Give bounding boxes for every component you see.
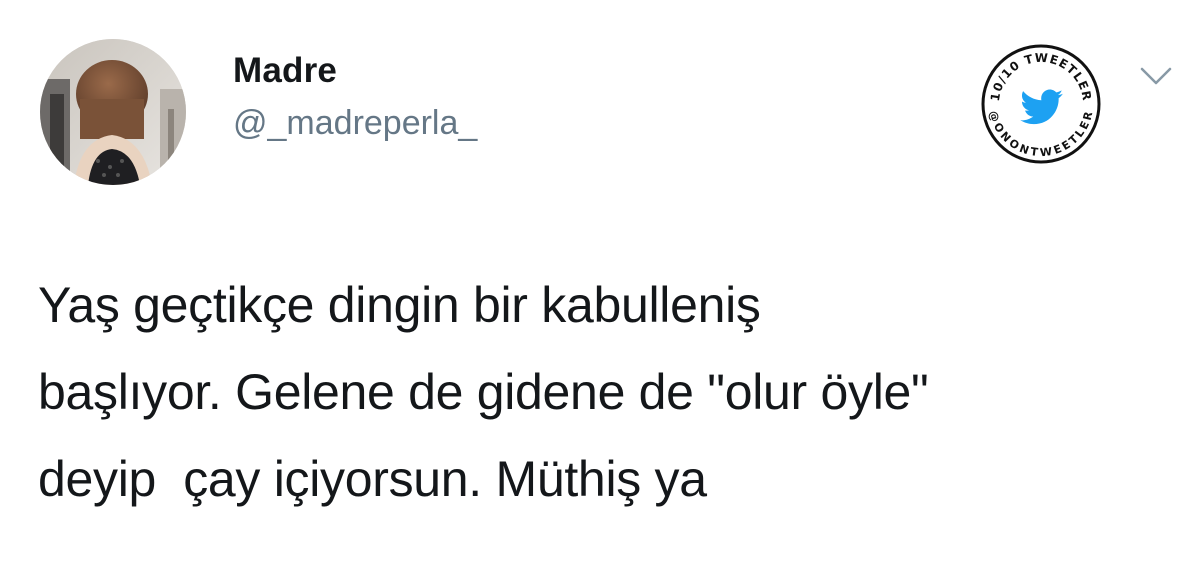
watermark-badge-graphic: 10/10 TWEETLER @ONONTWEETLER: [981, 44, 1101, 164]
tweet-menu-button[interactable]: [1138, 64, 1174, 88]
tweet-text: Yaş geçtikçe dingin bir kabulleniş başlı…: [38, 277, 929, 507]
author-block: Madre @_madreperla_: [233, 50, 477, 143]
tweet-card: Madre @_madreperla_ 10/10 TWEETLER @ONON…: [0, 0, 1200, 580]
chevron-down-icon: [1140, 67, 1172, 85]
user-handle[interactable]: @_madreperla_: [233, 103, 477, 143]
watermark-badge: 10/10 TWEETLER @ONONTWEETLER: [980, 43, 1102, 165]
avatar[interactable]: [40, 39, 186, 185]
avatar-photo: [40, 39, 186, 185]
display-name[interactable]: Madre: [233, 50, 477, 92]
